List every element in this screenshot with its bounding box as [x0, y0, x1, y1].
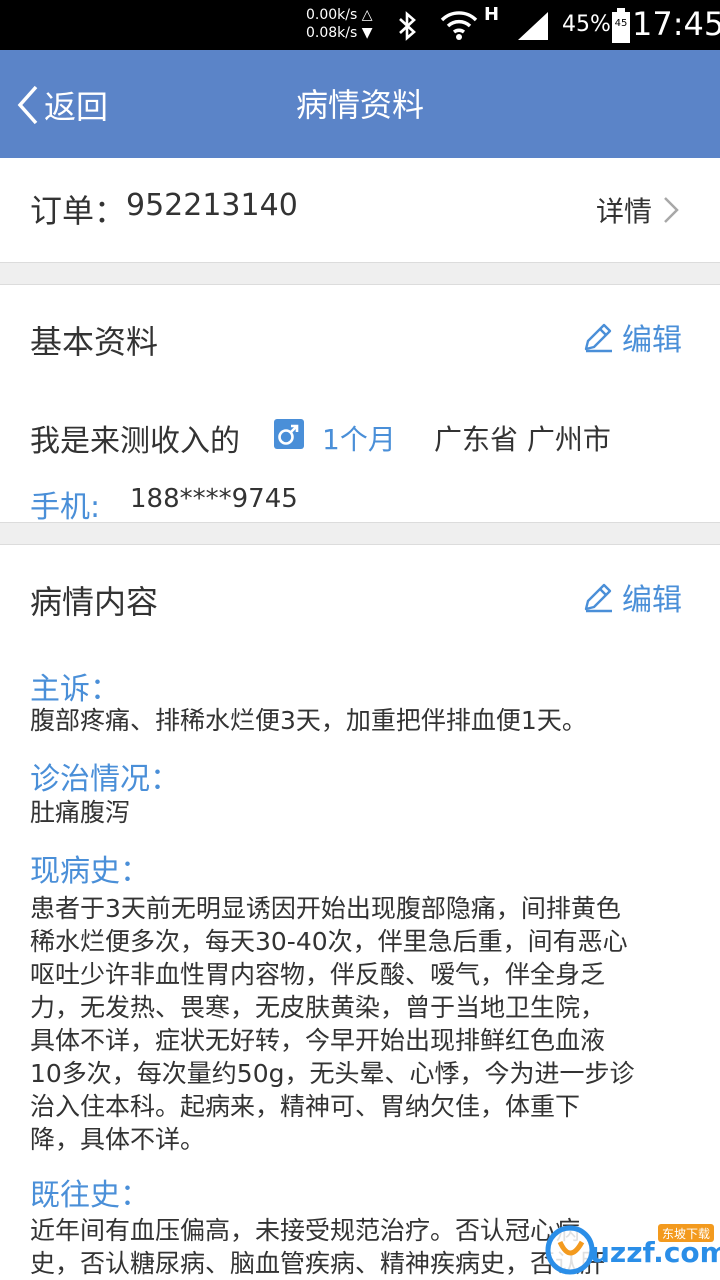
patient-name: 我是来测收入的 [30, 424, 240, 459]
edit-label: 编辑 [622, 323, 682, 358]
order-detail-link[interactable]: 详情 [596, 190, 682, 230]
chief-complaint-text: 腹部疼痛、排稀水烂便3天，加重把伴排血便1天。 [30, 706, 587, 735]
section-divider [0, 263, 720, 285]
present-illness-label: 现病史： [30, 854, 150, 889]
uzzf-watermark-logo: uzzf.com 东坡下载 [545, 1224, 720, 1275]
text-line: 10多次，每次量约50g，无头晕、心悸，今为进一步诊 [30, 1059, 635, 1088]
condition-content: 主诉： 腹部疼痛、排稀水烂便3天，加重把伴排血便1天。 诊治情况： 肚痛腹泻 现… [0, 648, 720, 1280]
basic-info: 我是来测收入的 1个月 广东省 广州市 手机: 188****9745 [0, 388, 720, 525]
status-bar: 0.00k/s △ 0.08k/s ▼ H 45% 45 17:45 [0, 0, 720, 50]
pencil-icon [584, 323, 612, 353]
edit-condition-button[interactable]: 编辑 [582, 575, 682, 619]
text-line: 患者于3天前无明显诱因开始出现腹部隐痛，间排黄色 [30, 894, 621, 923]
basic-info-title: 基本资料 [30, 323, 159, 361]
detail-label: 详情 [595, 195, 652, 228]
signal-icon [518, 12, 548, 40]
diagnosis-text: 肚痛腹泻 [30, 798, 131, 827]
order-number: 952213140 [126, 188, 298, 223]
clock: 17:45 [632, 5, 720, 43]
phone-number: 188****9745 [130, 484, 298, 514]
text-line: 呕吐少许非血性胃内容物，伴反酸、嗳气，伴全身乏 [30, 960, 606, 989]
edit-label: 编辑 [622, 583, 682, 618]
chief-complaint-label: 主诉： [30, 672, 120, 707]
present-illness-text: 患者于3天前无明显诱因开始出现腹部隐痛，间排黄色 稀水烂便多次，每天30-40次… [30, 892, 698, 1156]
battery-icon: 45 [612, 8, 630, 43]
pencil-icon [584, 583, 612, 613]
past-history-label: 既往史： [30, 1178, 150, 1213]
text-line: 治入住本科。起病来，精神可、胃纳欠佳，体重下 [30, 1092, 581, 1121]
diagnosis-label: 诊治情况： [30, 762, 180, 797]
patient-location: 广东省 广州市 [434, 423, 611, 456]
basic-info-header: 基本资料 编辑 [0, 284, 720, 390]
network-speed: 0.00k/s △ 0.08k/s ▼ [306, 6, 386, 42]
text-line: 稀水烂便多次，每天30-40次，伴里急后重，间有恶心 [30, 927, 628, 956]
net-down-speed: 0.08k/s ▼ [306, 25, 373, 41]
net-up-speed: 0.00k/s △ [306, 7, 373, 23]
section-divider [0, 523, 720, 545]
male-gender-icon [274, 419, 304, 449]
page-title: 病情资料 [295, 86, 424, 124]
condition-title: 病情内容 [30, 583, 159, 621]
wifi-icon [440, 11, 478, 40]
text-line: 力，无发热、畏寒，无皮肤黄染，曾于当地卫生院， [30, 993, 606, 1022]
chevron-right-icon [664, 197, 679, 223]
order-label: 订单： [30, 192, 127, 230]
text-line: 具体不详，症状无好转，今早开始出现排鲜红色血液 [30, 1026, 606, 1055]
phone-label: 手机: [30, 490, 101, 525]
bluetooth-icon [399, 11, 416, 41]
patient-age: 1个月 [322, 423, 396, 456]
watermark-sub: 东坡下载 [662, 1227, 710, 1241]
app-bar: 返回 病情资料 [0, 50, 720, 158]
text-line: 降，具体不详。 [30, 1125, 206, 1154]
condition-header: 病情内容 编辑 [0, 544, 720, 650]
edit-basic-info-button[interactable]: 编辑 [582, 315, 682, 359]
battery-percentage: 45% [562, 12, 611, 37]
battery-badge: 45 [615, 18, 628, 29]
order-row[interactable]: 订单： 952213140 详情 [0, 158, 720, 263]
network-type-label: H [484, 4, 500, 25]
